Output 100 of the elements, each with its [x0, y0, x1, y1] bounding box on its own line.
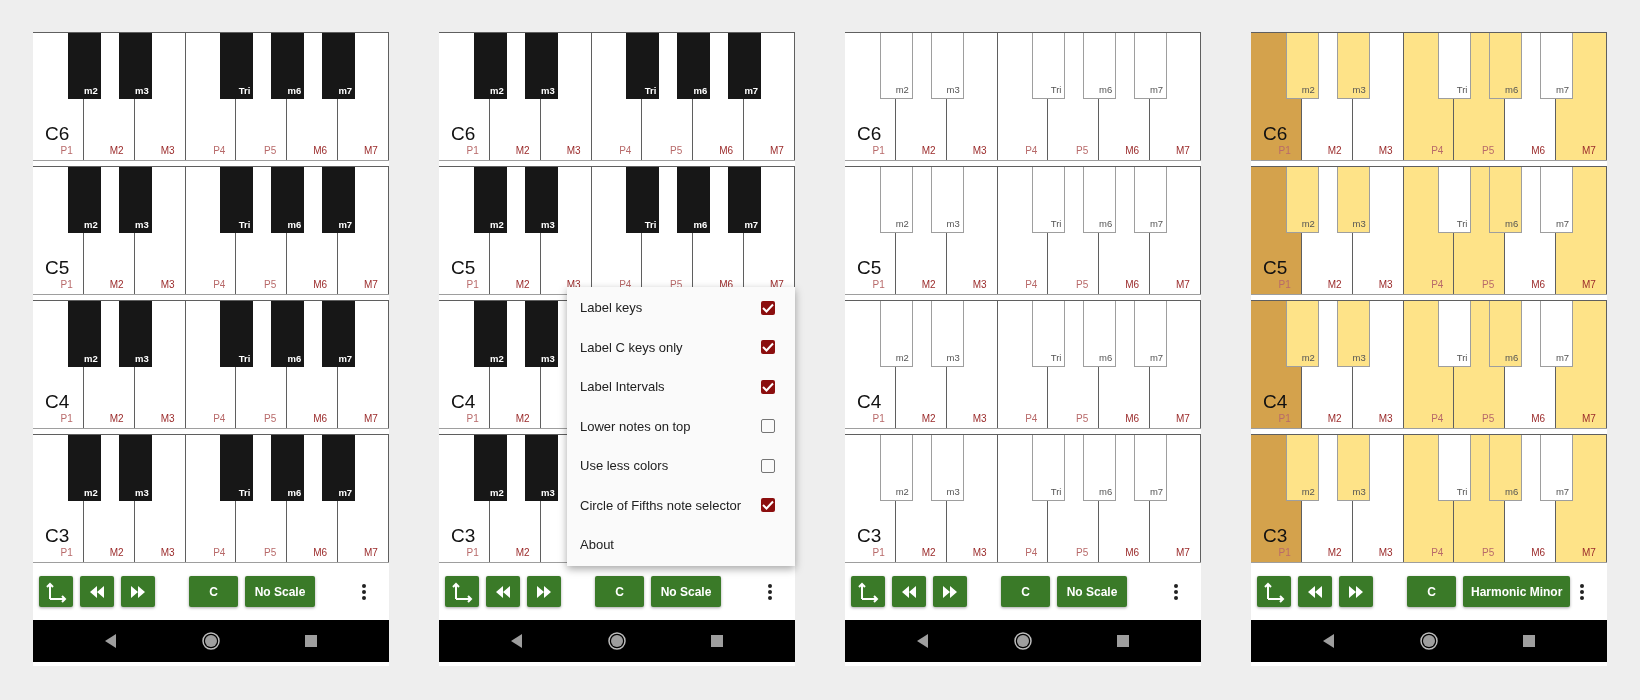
- menu-item[interactable]: Use less colors: [580, 458, 669, 474]
- fast-forward-button[interactable]: [527, 576, 561, 607]
- sharp-key[interactable]: Tri: [1438, 33, 1472, 99]
- sharp-key[interactable]: m3: [524, 167, 558, 233]
- sharp-key[interactable]: m6: [1489, 301, 1523, 367]
- key-button[interactable]: C: [1407, 576, 1456, 607]
- sharp-key[interactable]: m2: [473, 167, 507, 233]
- axes-button[interactable]: [851, 576, 885, 607]
- sharp-key[interactable]: m2: [1285, 33, 1319, 99]
- sharp-key[interactable]: m3: [524, 33, 558, 99]
- sharp-key[interactable]: m7: [728, 167, 762, 233]
- sharp-key[interactable]: Tri: [626, 33, 660, 99]
- sharp-key[interactable]: m6: [271, 435, 305, 501]
- sharp-key[interactable]: m3: [1336, 167, 1370, 233]
- sharp-key[interactable]: Tri: [220, 435, 254, 501]
- rewind-button[interactable]: [486, 576, 520, 607]
- sharp-key[interactable]: m3: [1336, 33, 1370, 99]
- sharp-key[interactable]: m7: [322, 33, 356, 99]
- sharp-key[interactable]: m7: [728, 33, 762, 99]
- sharp-key[interactable]: m3: [1336, 435, 1370, 501]
- sharp-key[interactable]: m2: [67, 167, 101, 233]
- more-menu-icon[interactable]: [1579, 583, 1585, 600]
- sharp-key[interactable]: m2: [879, 301, 913, 367]
- sharp-key[interactable]: m3: [1336, 301, 1370, 367]
- sharp-key[interactable]: Tri: [1438, 301, 1472, 367]
- sharp-key[interactable]: m7: [1540, 435, 1574, 501]
- sharp-key[interactable]: m2: [1285, 167, 1319, 233]
- sharp-key[interactable]: m2: [1285, 301, 1319, 367]
- sharp-key[interactable]: m3: [118, 33, 152, 99]
- sharp-key[interactable]: m7: [1134, 301, 1168, 367]
- sharp-key[interactable]: Tri: [220, 167, 254, 233]
- sharp-key[interactable]: m2: [67, 33, 101, 99]
- checkbox[interactable]: [761, 340, 775, 355]
- sharp-key[interactable]: m2: [67, 301, 101, 367]
- sharp-key[interactable]: m6: [1489, 167, 1523, 233]
- menu-item[interactable]: About: [580, 537, 614, 553]
- sharp-key[interactable]: m2: [1285, 435, 1319, 501]
- sharp-key[interactable]: m3: [930, 167, 964, 233]
- sharp-key[interactable]: m6: [677, 33, 711, 99]
- menu-item[interactable]: Label C keys only: [580, 339, 683, 355]
- sharp-key[interactable]: m2: [879, 167, 913, 233]
- sharp-key[interactable]: m7: [1134, 167, 1168, 233]
- back-icon[interactable]: [1323, 634, 1335, 648]
- checkbox[interactable]: [761, 498, 775, 513]
- rewind-button[interactable]: [1298, 576, 1332, 607]
- sharp-key[interactable]: m6: [1083, 435, 1117, 501]
- fast-forward-button[interactable]: [121, 576, 155, 607]
- sharp-key[interactable]: m6: [1083, 167, 1117, 233]
- sharp-key[interactable]: Tri: [1032, 301, 1066, 367]
- sharp-key[interactable]: m6: [677, 167, 711, 233]
- checkbox[interactable]: [761, 458, 775, 473]
- checkbox[interactable]: [761, 300, 775, 315]
- sharp-key[interactable]: m6: [271, 33, 305, 99]
- sharp-key[interactable]: m3: [930, 301, 964, 367]
- sharp-key[interactable]: m6: [271, 167, 305, 233]
- back-icon[interactable]: [105, 634, 117, 648]
- sharp-key[interactable]: m6: [1489, 33, 1523, 99]
- sharp-key[interactable]: Tri: [1032, 435, 1066, 501]
- home-icon[interactable]: [1420, 632, 1438, 650]
- sharp-key[interactable]: m3: [118, 301, 152, 367]
- sharp-key[interactable]: m6: [1083, 33, 1117, 99]
- key-button[interactable]: C: [1001, 576, 1050, 607]
- sharp-key[interactable]: m7: [322, 167, 356, 233]
- sharp-key[interactable]: m3: [930, 33, 964, 99]
- sharp-key[interactable]: m3: [118, 435, 152, 501]
- sharp-key[interactable]: m3: [524, 301, 558, 367]
- sharp-key[interactable]: Tri: [1032, 33, 1066, 99]
- menu-item[interactable]: Lower notes on top: [580, 418, 691, 434]
- sharp-key[interactable]: m7: [322, 301, 356, 367]
- home-icon[interactable]: [202, 632, 220, 650]
- checkbox[interactable]: [761, 419, 775, 434]
- scale-button[interactable]: No Scale: [651, 576, 721, 607]
- sharp-key[interactable]: m6: [1083, 301, 1117, 367]
- scale-button[interactable]: Harmonic Minor: [1463, 576, 1571, 607]
- axes-button[interactable]: [445, 576, 479, 607]
- sharp-key[interactable]: m2: [473, 301, 507, 367]
- rewind-button[interactable]: [892, 576, 926, 607]
- sharp-key[interactable]: m3: [118, 167, 152, 233]
- back-icon[interactable]: [511, 634, 523, 648]
- sharp-key[interactable]: m2: [879, 33, 913, 99]
- sharp-key[interactable]: Tri: [220, 301, 254, 367]
- sharp-key[interactable]: m7: [1134, 33, 1168, 99]
- sharp-key[interactable]: m7: [1134, 435, 1168, 501]
- back-icon[interactable]: [917, 634, 929, 648]
- sharp-key[interactable]: m7: [1540, 167, 1574, 233]
- menu-item[interactable]: Label keys: [580, 300, 643, 316]
- sharp-key[interactable]: m2: [879, 435, 913, 501]
- checkbox[interactable]: [761, 379, 775, 394]
- sharp-key[interactable]: m6: [271, 301, 305, 367]
- rewind-button[interactable]: [80, 576, 114, 607]
- sharp-key[interactable]: Tri: [1438, 435, 1472, 501]
- scale-button[interactable]: No Scale: [1057, 576, 1127, 607]
- fast-forward-button[interactable]: [1339, 576, 1373, 607]
- more-menu-icon[interactable]: [767, 583, 773, 600]
- home-icon[interactable]: [608, 632, 626, 650]
- sharp-key[interactable]: Tri: [220, 33, 254, 99]
- axes-button[interactable]: [39, 576, 73, 607]
- sharp-key[interactable]: m6: [1489, 435, 1523, 501]
- more-menu-icon[interactable]: [1173, 583, 1179, 600]
- sharp-key[interactable]: m7: [1540, 301, 1574, 367]
